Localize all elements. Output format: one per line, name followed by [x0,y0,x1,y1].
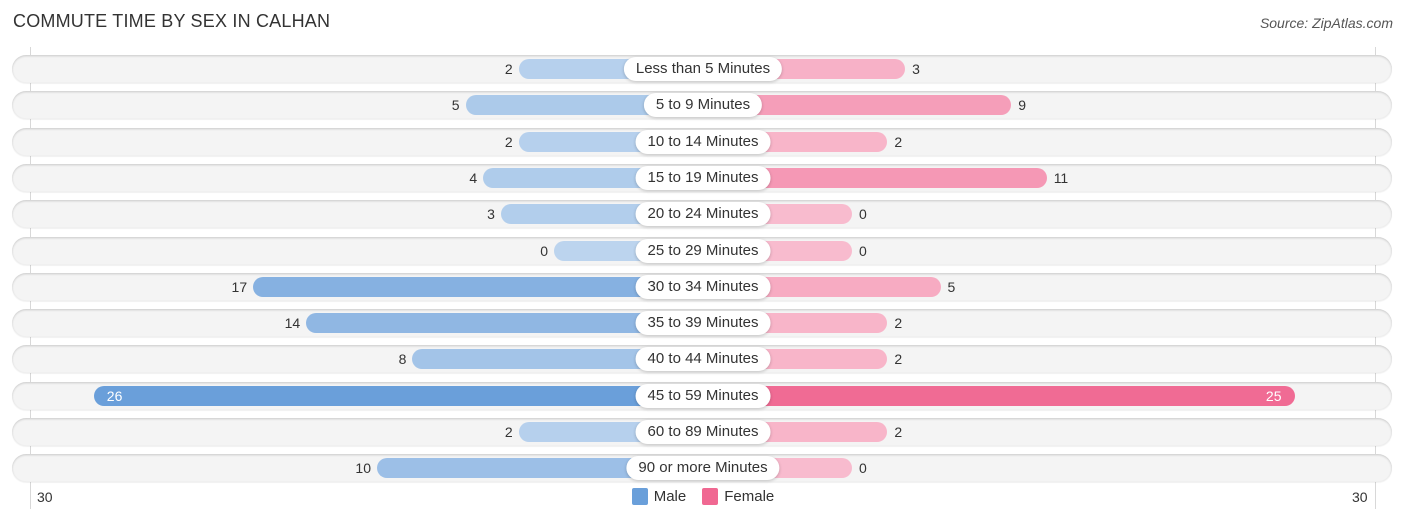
chart-title: COMMUTE TIME BY SEX IN CALHAN [13,11,331,31]
category-label: 10 to 14 Minutes [635,129,771,154]
category-label: 45 to 59 Minutes [635,383,771,408]
legend-swatch-male [631,488,648,505]
female-value-label: 25 [1265,387,1282,404]
category-label: 5 to 9 Minutes [643,93,763,118]
legend-label-male: Male [653,488,687,505]
category-label: 60 to 89 Minutes [635,420,771,444]
legend-swatch-female [702,488,719,505]
female-value-label: 3 [912,61,920,77]
male-value-label: 17 [231,278,248,295]
female-bar[interactable] [703,385,1295,406]
category-label: 90 or more Minutes [626,456,780,481]
female-value-label: 0 [859,460,867,477]
legend: Male Female [0,488,1406,505]
female-value-label: 5 [947,278,956,295]
male-value-label: 2 [504,133,513,150]
category-label: 20 to 24 Minutes [635,202,771,227]
female-value-label: 11 [1053,169,1069,186]
female-value-label: 2 [894,315,903,332]
male-value-label: 5 [451,97,460,114]
male-value-label: 4 [469,169,478,186]
male-value-label: 3 [487,206,495,223]
category-label: Less than 5 Minutes [623,57,783,81]
male-value-label: 8 [398,351,407,368]
category-label: 40 to 44 Minutes [635,347,771,372]
category-label: 30 to 34 Minutes [635,274,771,299]
category-label: 25 to 29 Minutes [635,238,771,263]
female-value-label: 2 [894,351,903,368]
source-label: Source: ZipAtlas.com [1259,15,1393,31]
male-value-label: 26 [106,387,123,404]
male-value-label: 2 [504,61,513,77]
male-value-label: 10 [355,460,371,477]
legend-item-male[interactable]: Male [631,488,687,505]
category-label: 35 to 39 Minutes [635,311,771,336]
category-label: 15 to 19 Minutes [635,165,771,190]
female-value-label: 0 [859,206,867,223]
female-value-label: 2 [894,424,903,440]
legend-item-female[interactable]: Female [702,488,774,505]
male-value-label: 0 [540,242,548,259]
legend-label-female: Female [724,488,775,505]
female-value-label: 0 [859,242,867,259]
female-value-label: 9 [1018,97,1027,114]
male-bar[interactable] [93,385,703,406]
male-value-label: 14 [284,315,301,332]
female-value-label: 2 [894,133,903,150]
male-value-label: 2 [504,424,513,440]
